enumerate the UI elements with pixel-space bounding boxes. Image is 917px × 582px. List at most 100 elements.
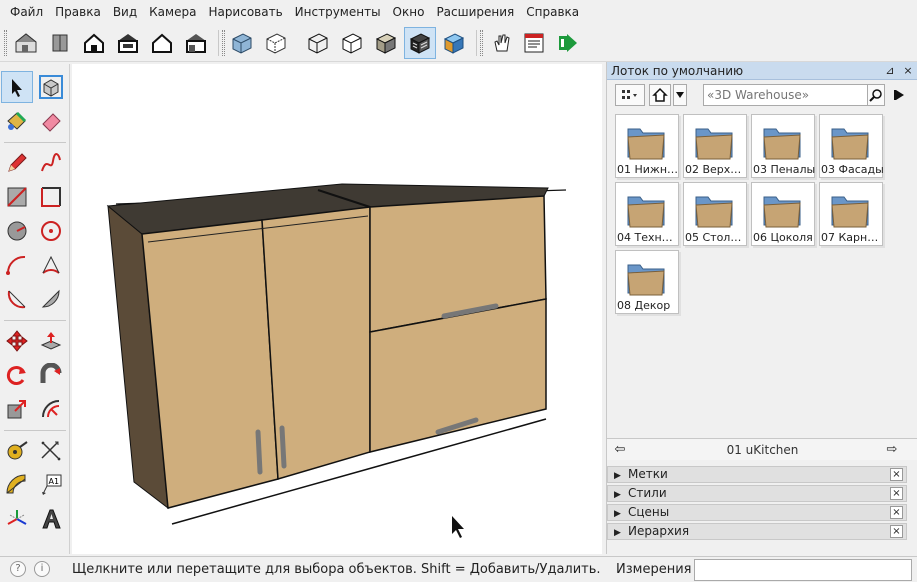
panel-tags[interactable]: ▶ Метки × [607, 466, 907, 483]
pie-icon[interactable] [35, 283, 67, 315]
forward-arrow-icon[interactable]: ⇨ [883, 439, 901, 461]
right-view-icon[interactable] [112, 27, 144, 59]
status-bar: ? i Щелкните или перетащите для выбора о… [0, 556, 917, 582]
three-point-arc-icon[interactable] [1, 283, 33, 315]
tray-close-icon[interactable]: × [901, 62, 915, 80]
home-icon[interactable] [649, 84, 671, 106]
hidden-line-style-icon[interactable] [336, 27, 368, 59]
follow-me-icon[interactable] [35, 359, 67, 391]
menu-tools[interactable]: Инструменты [289, 0, 387, 24]
cabinet-model[interactable] [72, 64, 602, 554]
rectangle-icon[interactable] [1, 181, 33, 213]
search-input[interactable] [703, 84, 879, 106]
wireframe-style-icon[interactable] [302, 27, 334, 59]
toolbar-grip[interactable] [222, 30, 225, 56]
door-handle-left [255, 429, 263, 475]
freehand-icon[interactable] [35, 147, 67, 179]
details-arrow-icon[interactable] [889, 84, 911, 106]
view-options-icon[interactable] [615, 84, 645, 106]
measurements-input[interactable] [694, 559, 912, 581]
offset-icon[interactable] [35, 393, 67, 425]
paint-bucket-icon[interactable] [1, 105, 33, 137]
menu-window[interactable]: Окно [387, 0, 431, 24]
panel-styles[interactable]: ▶ Стили × [607, 485, 907, 502]
info-icon[interactable]: i [34, 561, 50, 577]
component-label: 01 Нижн… [617, 163, 679, 176]
tray-title[interactable]: Лоток по умолчанию [607, 62, 917, 80]
left-view-icon[interactable] [180, 27, 212, 59]
iso-view-icon[interactable] [10, 27, 42, 59]
model-viewport[interactable] [72, 64, 602, 554]
home-dropdown-icon[interactable] [673, 84, 687, 106]
dimension-icon[interactable] [35, 435, 67, 467]
shaded-style-icon[interactable] [370, 27, 402, 59]
tape-measure-icon[interactable] [1, 435, 33, 467]
menu-view[interactable]: Вид [107, 0, 143, 24]
text-label-icon[interactable]: A1 [35, 469, 67, 501]
top-view-icon[interactable] [44, 27, 76, 59]
menu-draw[interactable]: Нарисовать [202, 0, 288, 24]
make-component-icon[interactable] [35, 71, 67, 103]
protractor-icon[interactable] [1, 469, 33, 501]
pencil-line-icon[interactable] [1, 147, 33, 179]
component-tile[interactable]: 03 Фасады [819, 114, 883, 178]
component-tile[interactable]: 02 Верх… [683, 114, 747, 178]
menu-extensions[interactable]: Расширения [430, 0, 520, 24]
select-arrow-icon[interactable] [1, 71, 33, 103]
arc-icon[interactable] [1, 249, 33, 281]
status-message: Щелкните или перетащите для выбора объек… [72, 562, 600, 577]
back-view-icon[interactable] [146, 27, 178, 59]
circle-icon[interactable] [1, 215, 33, 247]
component-label: 08 Декор [617, 299, 671, 312]
monochrome-style-icon[interactable] [438, 27, 470, 59]
3d-text-icon[interactable] [35, 503, 67, 535]
sketchup-window: Файл Правка Вид Камера Нарисовать Инстру… [0, 0, 917, 582]
geolocation-icon[interactable]: ? [10, 561, 26, 577]
component-tile[interactable]: 04 Техн… [615, 182, 679, 246]
panel-close-icon[interactable]: × [890, 506, 903, 519]
move-icon[interactable] [1, 325, 33, 357]
rotated-rectangle-icon[interactable] [35, 181, 67, 213]
component-tile[interactable]: 08 Декор [615, 250, 679, 314]
two-point-arc-icon[interactable] [35, 249, 67, 281]
panel-close-icon[interactable]: × [890, 487, 903, 500]
menu-camera[interactable]: Камера [143, 0, 202, 24]
panel-close-icon[interactable]: × [890, 525, 903, 538]
component-tile[interactable]: 06 Цоколя [751, 182, 815, 246]
report-icon[interactable] [518, 27, 550, 59]
hand-tool-icon[interactable] [486, 27, 518, 59]
eraser-icon[interactable] [35, 105, 67, 137]
panel-outliner[interactable]: ▶ Иерархия × [607, 523, 907, 540]
toolbar-separator [218, 30, 219, 56]
main-toolbar [0, 24, 917, 62]
toolbar-grip[interactable] [4, 30, 7, 56]
xray-style-icon[interactable] [226, 27, 258, 59]
push-pull-icon[interactable] [35, 325, 67, 357]
collection-name: 01 uKitchen [726, 443, 799, 457]
component-tile[interactable]: 01 Нижн… [615, 114, 679, 178]
menu-file[interactable]: Файл [4, 0, 49, 24]
menu-help[interactable]: Справка [520, 0, 585, 24]
polygon-icon[interactable] [35, 215, 67, 247]
panel-scenes[interactable]: ▶ Сцены × [607, 504, 907, 521]
expand-triangle-icon: ▶ [614, 471, 621, 481]
back-arrow-icon[interactable]: ⇦ [611, 439, 629, 461]
toolbar-grip[interactable] [480, 30, 483, 56]
shaded-textures-style-icon[interactable] [404, 27, 436, 59]
component-grid: 01 Нижн… 02 Верх… 03 Пеналы 03 Фасады 04… [613, 112, 909, 442]
back-edges-style-icon[interactable] [260, 27, 292, 59]
search-icon[interactable] [867, 84, 885, 106]
rotate-icon[interactable] [1, 359, 33, 391]
component-tile[interactable]: 07 Карн… [819, 182, 883, 246]
menu-edit[interactable]: Правка [49, 0, 107, 24]
component-tile[interactable]: 05 Стол… [683, 182, 747, 246]
component-label: 03 Фасады [821, 163, 883, 176]
component-tile[interactable]: 03 Пеналы [751, 114, 815, 178]
green-arrow-icon[interactable] [552, 27, 584, 59]
palette-separator [4, 320, 66, 321]
axes-icon[interactable] [1, 503, 33, 535]
front-view-icon[interactable] [78, 27, 110, 59]
pin-icon[interactable]: ⊿ [883, 62, 897, 80]
panel-close-icon[interactable]: × [890, 468, 903, 481]
scale-icon[interactable] [1, 393, 33, 425]
